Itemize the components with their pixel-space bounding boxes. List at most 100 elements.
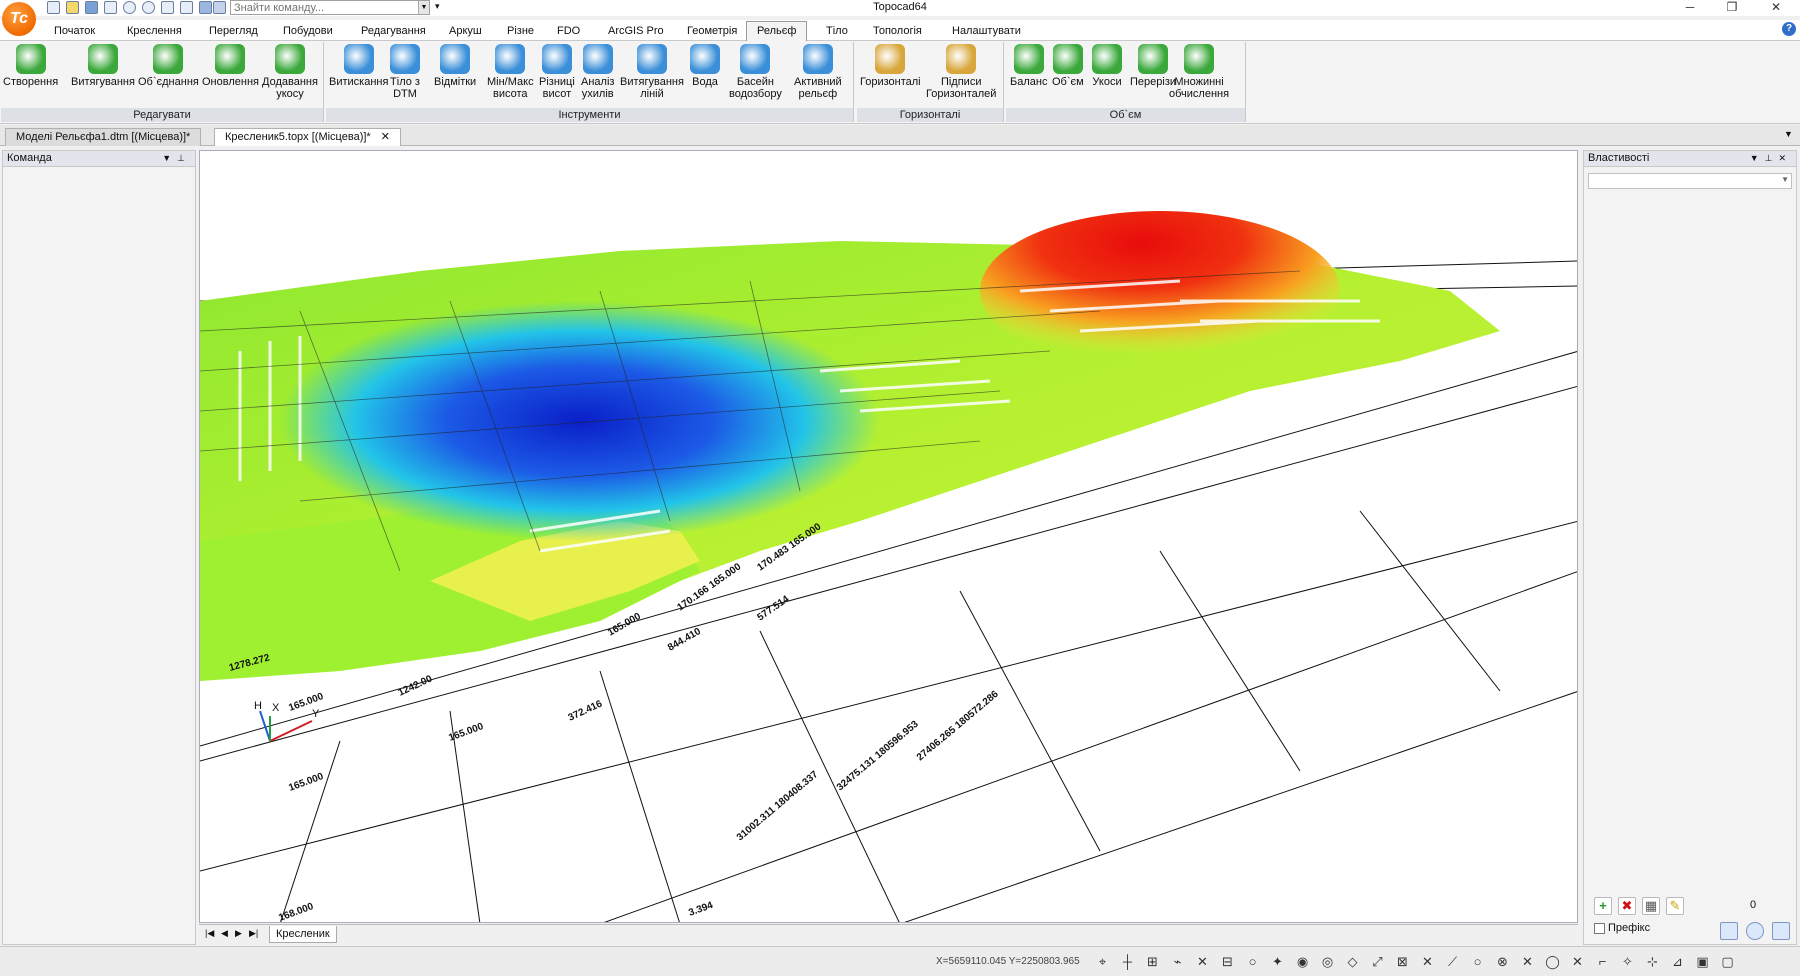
snap-tool-icon[interactable]: ◎	[1320, 954, 1335, 969]
snap-tool-icon[interactable]: ⊠	[1395, 954, 1410, 969]
ribbon-button-4-3[interactable]: Укоси	[1092, 44, 1122, 88]
properties-icon[interactable]	[1772, 922, 1790, 940]
restore-icon[interactable]: ❐	[1714, 0, 1750, 16]
doc-tab-drawing[interactable]: Кресленик5.topx [(Місцева)]* ✕	[214, 128, 401, 146]
terrain-3d-view[interactable]: H X Y 1278.272165.0001242.00165.000372.4…	[200, 151, 1578, 923]
tabs-dropdown-icon[interactable]: ▼	[1784, 129, 1793, 139]
ribbon-tool-icon	[541, 44, 572, 74]
ribbon-button-1-1[interactable]: Створення	[3, 44, 58, 88]
tab-14[interactable]: Налаштувати	[950, 23, 1023, 41]
snap-tool-icon[interactable]: ⌖	[1095, 954, 1110, 969]
ribbon-button-2-6[interactable]: Аналіз ухилів	[581, 44, 614, 100]
snap-tool-icon[interactable]: ◇	[1345, 954, 1360, 969]
tab-9[interactable]: ArcGIS Pro	[606, 23, 666, 41]
tab-7[interactable]: Різне	[505, 23, 536, 41]
first-sheet-icon[interactable]: |◀	[205, 928, 214, 939]
close-icon[interactable]: ✕	[1758, 0, 1794, 16]
ribbon-button-label: Оновлення	[202, 76, 259, 88]
help-icon[interactable]: ?	[1782, 22, 1796, 36]
last-sheet-icon[interactable]: ▶|	[249, 928, 258, 939]
ribbon-button-2-7[interactable]: Витягування ліній	[620, 44, 684, 100]
ribbon-button-label: Різниці висот	[539, 76, 575, 100]
help-icon[interactable]	[1746, 922, 1764, 940]
ribbon-button-1-4[interactable]: Оновлення	[202, 44, 259, 88]
snap-tool-icon[interactable]: ⊗	[1495, 954, 1510, 969]
ribbon-tool-icon	[1052, 44, 1083, 74]
panel-title: Властивості	[1588, 152, 1650, 164]
app-logo[interactable]: Tc	[2, 2, 36, 36]
add-icon[interactable]: +	[1594, 897, 1612, 915]
snap-tool-icon[interactable]: ⊞	[1145, 954, 1160, 969]
prefix-checkbox[interactable]	[1594, 923, 1605, 934]
ribbon-button-2-4[interactable]: Мін/Макс висота	[487, 44, 534, 100]
snap-tool-icon[interactable]: ⊟	[1220, 954, 1235, 969]
tab-2[interactable]: Креслення	[125, 23, 184, 41]
pin-icon[interactable]: ⊥	[177, 153, 191, 163]
close-icon[interactable]: ✕	[1778, 153, 1792, 163]
ribbon-tool-icon	[802, 44, 833, 74]
list-view-icon[interactable]	[1720, 922, 1738, 940]
snap-tool-icon[interactable]: ○	[1245, 954, 1260, 969]
ribbon-button-4-5[interactable]: Множинні обчислення	[1169, 44, 1229, 100]
table-icon[interactable]: ▦	[1642, 897, 1660, 915]
ribbon-button-label: Вода	[692, 76, 718, 88]
tab-10[interactable]: Геометрія	[685, 23, 739, 41]
ribbon-button-2-8[interactable]: Вода	[690, 44, 720, 88]
snap-tool-icon[interactable]: ✕	[1420, 954, 1435, 969]
tab-11[interactable]: Рельєф	[746, 21, 808, 42]
snap-tool-icon[interactable]: ◯	[1545, 954, 1560, 969]
ribbon-button-3-2[interactable]: Підписи Горизонталей	[926, 44, 996, 100]
snap-tool-icon[interactable]: ✦	[1270, 954, 1285, 969]
tab-13[interactable]: Топологія	[871, 23, 924, 41]
sheet-tab[interactable]: Кресленик	[269, 926, 337, 943]
tab-1[interactable]: Початок	[52, 23, 97, 41]
document-tabs: Моделі Рельєфа1.dtm [(Місцева)]* Креслен…	[0, 125, 1800, 146]
ribbon-button-1-2[interactable]: Витягування	[71, 44, 135, 88]
properties-select[interactable]: ▼	[1588, 173, 1792, 189]
snap-tool-icon[interactable]: ✕	[1195, 954, 1210, 969]
ribbon-button-1-5[interactable]: Додавання укосу	[262, 44, 318, 100]
tab-4[interactable]: Побудови	[281, 23, 335, 41]
panel-menu-icon[interactable]: ▼	[162, 153, 177, 163]
ribbon-button-2-10[interactable]: Активний рельєф	[794, 44, 842, 100]
prev-sheet-icon[interactable]: ◀	[221, 928, 228, 939]
snap-tool-icon[interactable]: ⌐	[1595, 954, 1610, 969]
snap-tool-icon[interactable]: ⌁	[1170, 954, 1185, 969]
ribbon-button-2-5[interactable]: Різниці висот	[539, 44, 575, 100]
minimize-icon[interactable]: ─	[1672, 0, 1708, 16]
pin-icon[interactable]: ⊥	[1765, 153, 1779, 163]
ribbon-button-1-3[interactable]: Об`єднання	[138, 44, 199, 88]
ribbon-button-2-3[interactable]: Відмітки	[434, 44, 476, 88]
tab-3[interactable]: Перегляд	[207, 23, 260, 41]
snap-tool-icon[interactable]: ○	[1470, 954, 1485, 969]
edit-icon[interactable]: ✎	[1666, 897, 1684, 915]
tab-6[interactable]: Аркуш	[447, 23, 484, 41]
snap-tool-icon[interactable]: ◉	[1295, 954, 1310, 969]
snap-tool-icon[interactable]: ⟋	[1445, 954, 1460, 969]
snap-tool-icon[interactable]: ▣	[1695, 954, 1710, 969]
ribbon-button-2-2[interactable]: Тіло з DTM	[390, 44, 420, 100]
next-sheet-icon[interactable]: ▶	[235, 928, 242, 939]
snap-tool-icon[interactable]: ⤢	[1370, 954, 1385, 969]
snap-tool-icon[interactable]: ⊹	[1645, 954, 1660, 969]
snap-tool-icon[interactable]: ✕	[1570, 954, 1585, 969]
snap-tool-icon[interactable]: ⊿	[1670, 954, 1685, 969]
delete-icon[interactable]: ✖	[1618, 897, 1636, 915]
close-tab-icon[interactable]: ✕	[381, 131, 390, 143]
ribbon-button-4-1[interactable]: Баланс	[1010, 44, 1047, 88]
tab-5[interactable]: Редагування	[359, 23, 428, 41]
ribbon-button-2-9[interactable]: Басейн водозбору	[729, 44, 782, 100]
drawing-viewport[interactable]: H X Y 1278.272 165.000 1242.00 165.000 372.4…	[199, 150, 1578, 923]
tab-8[interactable]: FDO	[555, 23, 582, 41]
tab-12[interactable]: Тіло	[824, 23, 850, 41]
snap-tool-icon[interactable]: ┼	[1120, 954, 1135, 969]
panel-menu-icon[interactable]: ▼	[1750, 153, 1765, 163]
doc-tab-terrain-models[interactable]: Моделі Рельєфа1.dtm [(Місцева)]*	[5, 128, 202, 146]
snap-tool-icon[interactable]: ✧	[1620, 954, 1635, 969]
ribbon-button-3-1[interactable]: Горизонталі	[860, 44, 921, 88]
ribbon-tool-icon	[15, 44, 46, 74]
ribbon-button-4-2[interactable]: Об`єм	[1052, 44, 1084, 88]
ribbon-button-2-1[interactable]: Витискання	[329, 44, 388, 88]
snap-tool-icon[interactable]: ▢	[1720, 954, 1735, 969]
snap-tool-icon[interactable]: ✕	[1520, 954, 1535, 969]
